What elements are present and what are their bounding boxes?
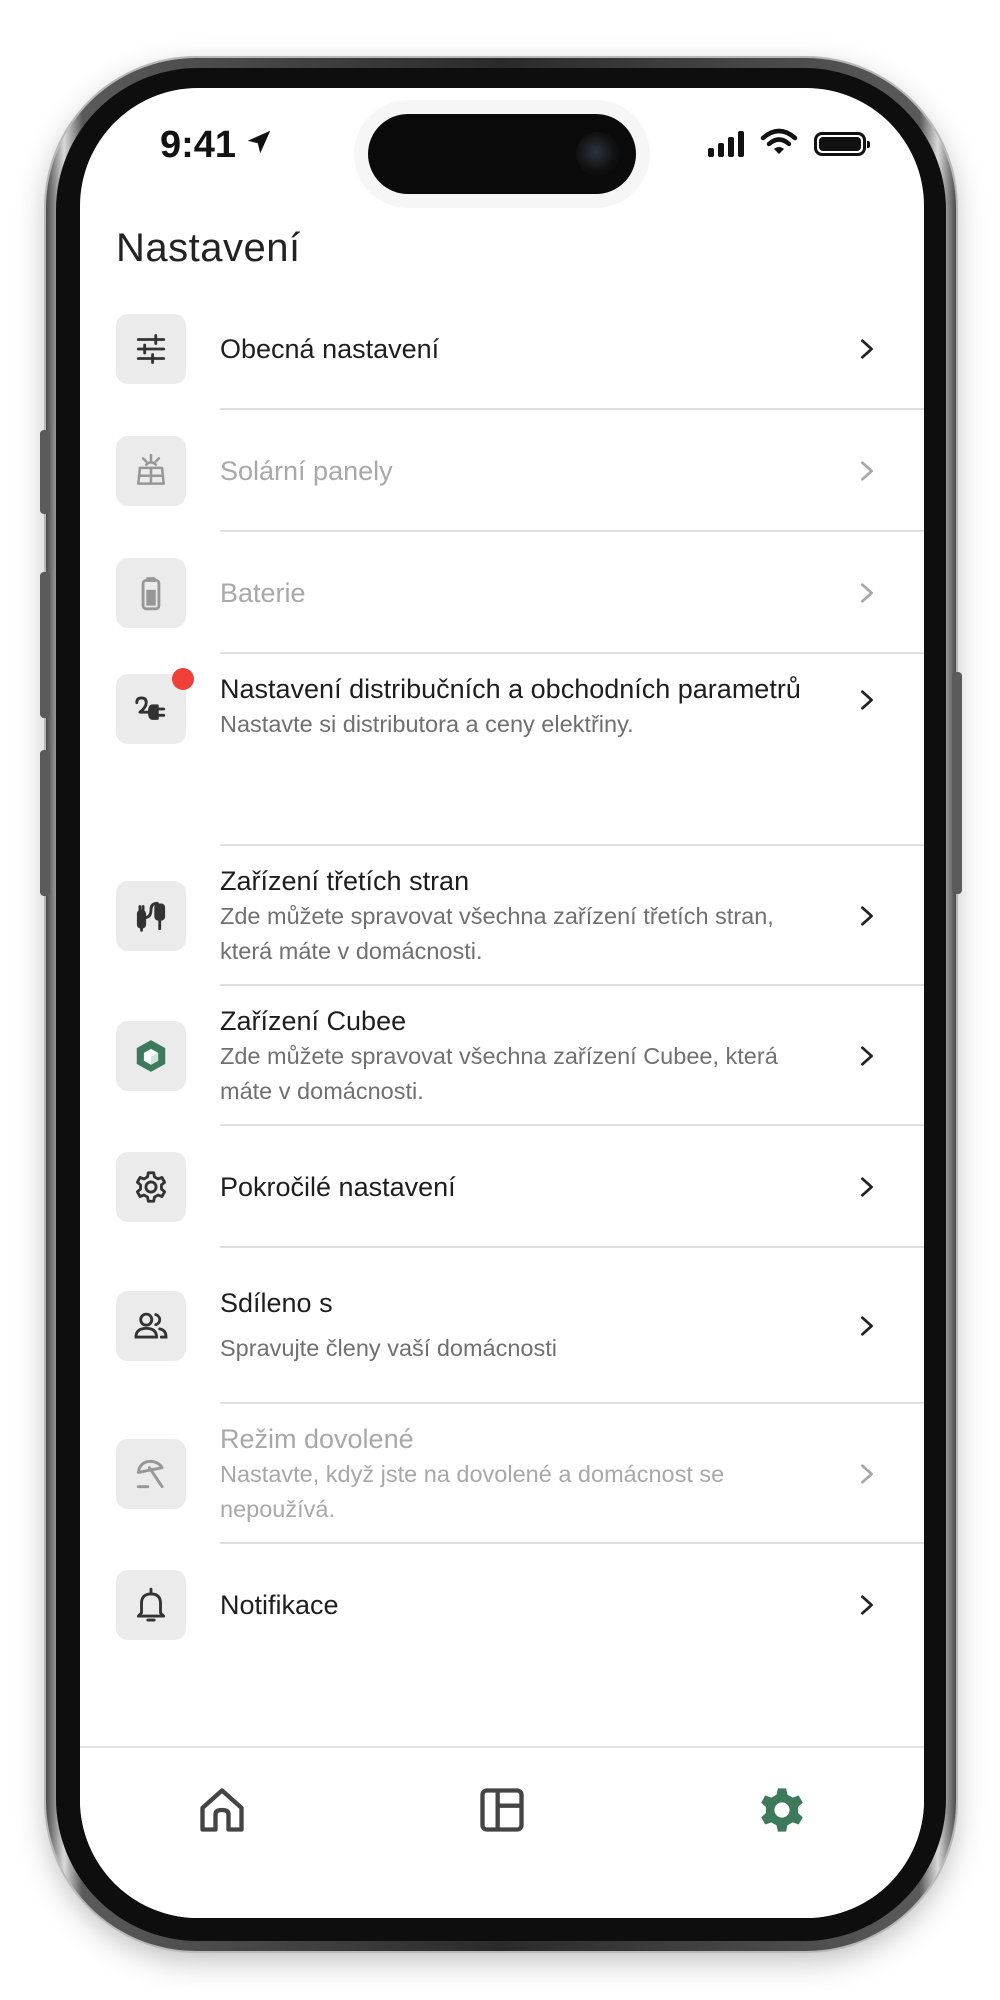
settings-item-vacation-mode[interactable]: Režim dovolené Nastavte, když jste na do… [80,1404,924,1544]
cellular-signal-icon [708,131,744,157]
status-icons [708,128,870,160]
settings-item-subtitle: Zde můžete spravovat všechna zařízení Cu… [220,1042,778,1104]
settings-item-title: Solární panely [220,455,393,486]
gear-icon [116,1152,186,1222]
beach-umbrella-icon [116,1439,186,1509]
settings-item-subtitle: Spravujte členy vaší domácnosti [220,1335,557,1361]
chevron-right-icon [861,1464,873,1484]
volume-up-button [40,572,50,718]
settings-item-title: Pokročilé nastavení [220,1171,456,1202]
settings-item-solar-panels[interactable]: Solární panely [80,410,924,532]
settings-item-subtitle: Nastavte si distributora a ceny elektřin… [220,711,634,737]
cubee-icon [116,1021,186,1091]
devices-cable-icon [116,881,186,951]
settings-item-title: Nastavení distribučních a obchodních par… [220,674,801,704]
settings-item-text: Solární panely [220,454,810,489]
chevron-right-icon [861,339,873,359]
settings-item-text: Baterie [220,576,810,611]
dashboard-icon [480,1788,524,1832]
battery-icon [116,558,186,628]
settings-item-text: Nastavení distribučních a obchodních par… [220,672,810,742]
chevron-right-icon [861,583,873,603]
chevron-right-icon [861,461,873,481]
settings-item-text: Sdíleno s Spravujte členy vaší domácnost… [220,1286,810,1366]
settings-item-subtitle: Nastavte, když jste na dovolené a domácn… [220,1460,725,1522]
settings-item-subtitle: Zde můžete spravovat všechna zařízení tř… [220,902,774,964]
wifi-icon [760,128,798,160]
settings-item-title: Obecná nastavení [220,333,440,364]
settings-item-third-party-devices[interactable]: Zařízení třetích stran Zde můžete spravo… [80,846,924,986]
settings-item-title: Sdíleno s [220,1288,333,1318]
settings-list: Obecná nastavení Solární panely Baterie … [80,288,924,1666]
status-time: 9:41 [160,124,274,167]
solar-panel-icon [116,436,186,506]
location-arrow-icon [244,124,274,167]
settings-item-text: Obecná nastavení [220,332,810,367]
settings-item-shared-with[interactable]: Sdíleno s Spravujte členy vaší domácnost… [80,1248,924,1404]
settings-item-cubee-devices[interactable]: Zařízení Cubee Zde můžete spravovat všec… [80,986,924,1126]
front-camera [576,132,620,176]
screen: 9:41 Nastavení Obecná nastavení Solární … [80,88,924,1918]
power-button [952,672,962,894]
users-icon [116,1291,186,1361]
chevron-right-icon [861,690,873,710]
settings-item-title: Notifikace [220,1589,339,1620]
tab-settings[interactable] [754,1782,810,1838]
settings-item-text: Notifikace [220,1588,810,1623]
settings-item-text: Zařízení třetích stran Zde můžete spravo… [220,864,810,969]
chevron-right-icon [861,906,873,926]
battery-status-icon [814,132,870,156]
settings-item-notifications[interactable]: Notifikace [80,1544,924,1666]
dynamic-island [368,114,636,194]
settings-item-text: Pokročilé nastavení [220,1170,810,1205]
settings-item-battery[interactable]: Baterie [80,532,924,654]
settings-item-title: Zařízení třetích stran [220,865,470,896]
chevron-right-icon [861,1177,873,1197]
page-title: Nastavení [116,226,301,270]
tab-bar [80,1746,924,1918]
settings-item-advanced[interactable]: Pokročilé nastavení [80,1126,924,1248]
action-button [40,430,50,514]
settings-item-title: Zařízení Cubee [220,1005,407,1036]
sliders-icon [116,314,186,384]
settings-item-text: Zařízení Cubee Zde můžete spravovat všec… [220,1004,810,1109]
gear-icon [761,1788,803,1832]
volume-down-button [40,750,50,896]
chevron-right-icon [861,1046,873,1066]
settings-item-distribution[interactable]: Nastavení distribučních a obchodních par… [80,654,924,846]
tab-dashboard[interactable] [474,1782,530,1838]
bell-icon [116,1570,186,1640]
chevron-right-icon [861,1316,873,1336]
chevron-right-icon [861,1595,873,1615]
status-time-text: 9:41 [160,124,237,166]
tab-home[interactable] [194,1782,250,1838]
settings-item-general[interactable]: Obecná nastavení [80,288,924,410]
settings-item-title: Režim dovolené [220,1423,414,1454]
settings-item-text: Režim dovolené Nastavte, když jste na do… [220,1422,810,1527]
settings-item-title: Baterie [220,577,306,608]
home-icon [200,1788,244,1832]
notification-badge [172,668,194,690]
